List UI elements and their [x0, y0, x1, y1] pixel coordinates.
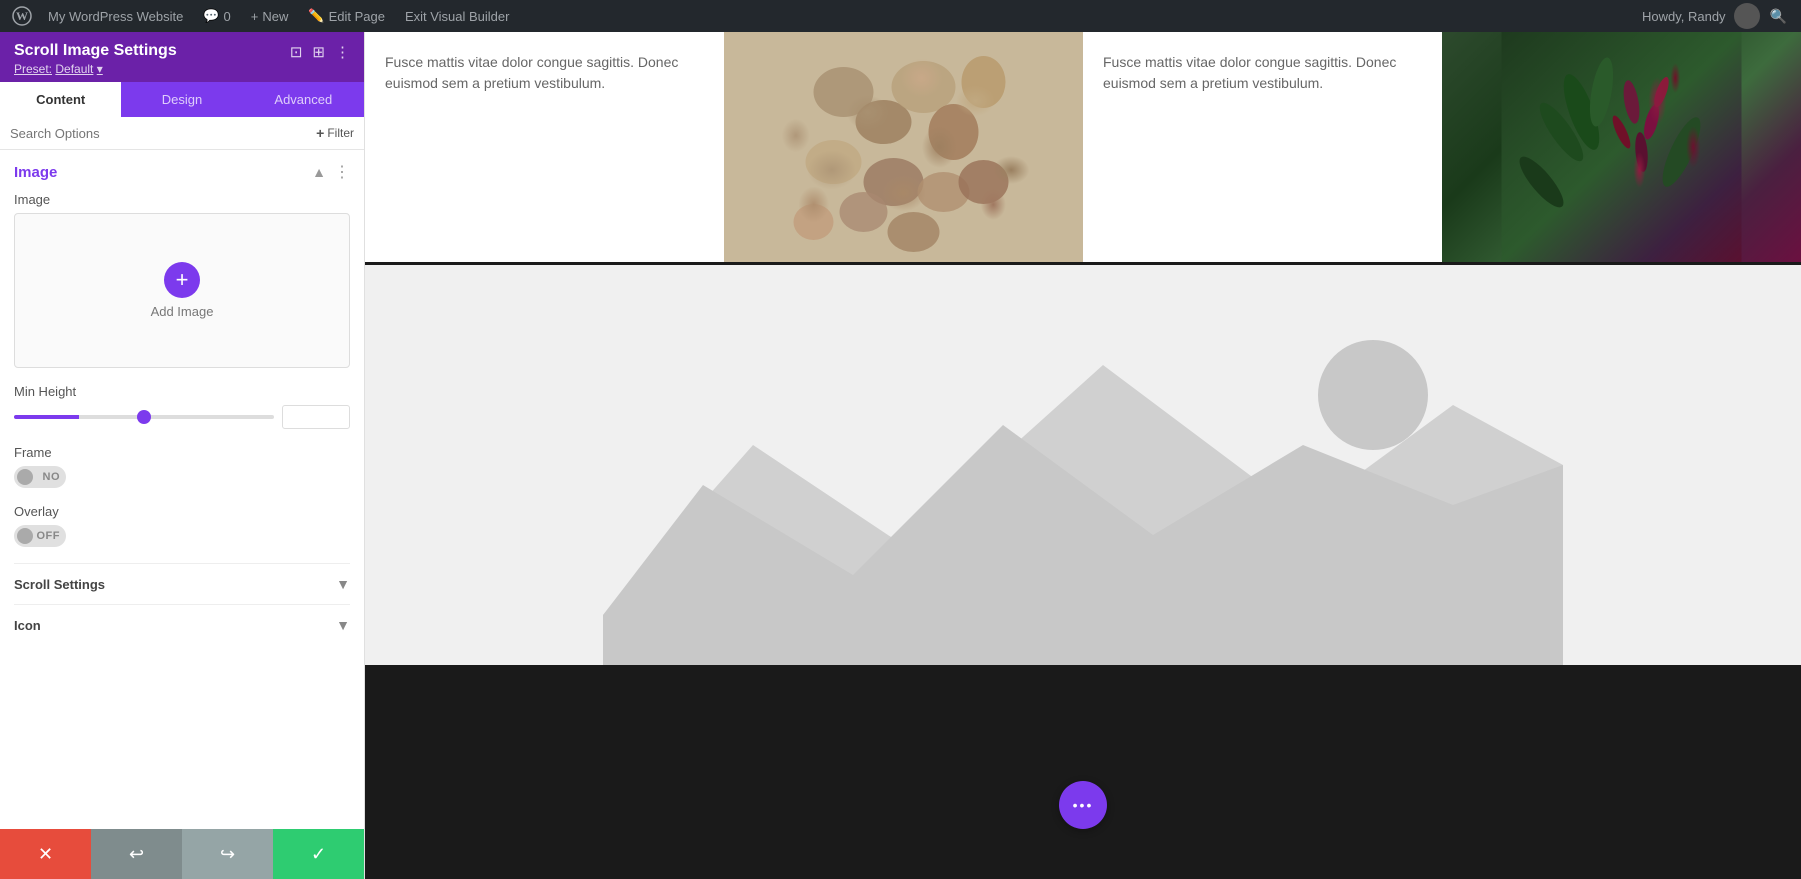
text-card-2: Fusce mattis vitae dolor congue sagittis… [1083, 32, 1442, 262]
scroll-settings-chevron[interactable]: ▼ [336, 576, 350, 592]
canvas-content: Fusce mattis vitae dolor congue sagittis… [365, 32, 1801, 665]
settings-sidebar: Scroll Image Settings ⊡ ⊞ ⋮ Preset: Defa… [0, 32, 365, 879]
sidebar-header: Scroll Image Settings ⊡ ⊞ ⋮ Preset: Defa… [0, 32, 364, 82]
save-button[interactable]: ✓ [273, 829, 364, 879]
svg-text:W: W [16, 9, 28, 23]
site-name[interactable]: My WordPress Website [40, 9, 191, 24]
responsive-icon[interactable]: ⊡ [290, 43, 303, 61]
scroll-settings-title: Scroll Settings [14, 577, 105, 592]
sidebar-content: Image ▲ ⋮ Image + Add Image Min [0, 150, 364, 829]
tab-content[interactable]: Content [0, 82, 121, 117]
admin-bar: W My WordPress Website 💬 0 + New ✏️ Edit… [0, 0, 1801, 32]
min-height-group: Min Height 450px [14, 384, 350, 429]
pencil-icon: ✏️ [308, 8, 324, 24]
avatar[interactable] [1734, 3, 1760, 29]
potato-image [724, 32, 1083, 262]
image-field-label: Image [14, 192, 350, 207]
float-action-button[interactable]: ••• [1059, 781, 1107, 829]
potato-image-card [724, 32, 1083, 262]
section-more-icon[interactable]: ⋮ [334, 162, 350, 182]
scroll-settings-section: Scroll Settings ▼ [14, 563, 350, 604]
image-upload-area[interactable]: + Add Image [14, 213, 350, 368]
card-text-2: Fusce mattis vitae dolor congue sagittis… [1083, 32, 1442, 124]
plant-image [1442, 32, 1801, 262]
min-height-slider[interactable] [14, 415, 274, 419]
edit-page-link[interactable]: ✏️ Edit Page [300, 8, 393, 24]
icon-section: Icon ▼ [14, 604, 350, 645]
layout-icon[interactable]: ⊞ [312, 43, 325, 61]
image-field-group: Image + Add Image [14, 192, 350, 368]
howdy-text: Howdy, Randy [1642, 9, 1726, 24]
overlay-label: Overlay [14, 504, 350, 519]
image-section: Image ▲ ⋮ Image + Add Image Min [14, 162, 350, 547]
text-card-1: Fusce mattis vitae dolor congue sagittis… [365, 32, 724, 262]
search-icon[interactable]: 🔍 [1764, 8, 1793, 25]
plant-image-card [1442, 32, 1801, 262]
search-input[interactable] [10, 126, 310, 141]
collapse-icon[interactable]: ▲ [312, 164, 326, 180]
redo-button[interactable]: ↪ [182, 829, 273, 879]
overlay-toggle[interactable]: OFF [14, 525, 66, 547]
add-image-label: Add Image [151, 304, 214, 319]
frame-label: Frame [14, 445, 350, 460]
more-options-icon[interactable]: ⋮ [335, 43, 350, 61]
frame-toggle[interactable]: NO [14, 466, 66, 488]
overlay-field-group: Overlay OFF [14, 504, 350, 547]
add-image-button[interactable]: + [164, 262, 200, 298]
canvas-area: Fusce mattis vitae dolor congue sagittis… [365, 32, 1801, 879]
card-text-1: Fusce mattis vitae dolor congue sagittis… [365, 32, 724, 124]
icon-section-header[interactable]: Icon ▼ [14, 617, 350, 633]
comment-icon: 💬 [203, 8, 219, 24]
frame-toggle-label: NO [43, 471, 61, 483]
icon-section-title: Icon [14, 618, 41, 633]
cards-row: Fusce mattis vitae dolor congue sagittis… [365, 32, 1801, 265]
sidebar-title: Scroll Image Settings [14, 42, 177, 60]
cancel-button[interactable]: ✕ [0, 829, 91, 879]
preset-selector[interactable]: Preset: Default ▾ [14, 62, 350, 76]
min-height-value-input[interactable]: 450px [282, 405, 350, 429]
scroll-image-placeholder [365, 265, 1801, 665]
wp-logo[interactable]: W [8, 2, 36, 30]
float-btn-dots: ••• [1073, 797, 1094, 813]
tab-advanced[interactable]: Advanced [243, 82, 364, 117]
overlay-toggle-label: OFF [37, 530, 61, 542]
comments-link[interactable]: 💬 0 [195, 8, 238, 24]
new-button[interactable]: + New [243, 9, 297, 24]
undo-button[interactable]: ↩ [91, 829, 182, 879]
sidebar-tabs: Content Design Advanced [0, 82, 364, 117]
tab-design[interactable]: Design [121, 82, 242, 117]
frame-field-group: Frame NO [14, 445, 350, 488]
section-title-image: Image [14, 164, 57, 181]
scroll-settings-header[interactable]: Scroll Settings ▼ [14, 576, 350, 592]
search-bar: + Filter [0, 117, 364, 150]
exit-builder-button[interactable]: Exit Visual Builder [397, 9, 518, 24]
icon-section-chevron[interactable]: ▼ [336, 617, 350, 633]
filter-button[interactable]: + Filter [316, 125, 354, 141]
bottom-action-bar: ✕ ↩ ↪ ✓ [0, 829, 364, 879]
min-height-label: Min Height [14, 384, 350, 399]
